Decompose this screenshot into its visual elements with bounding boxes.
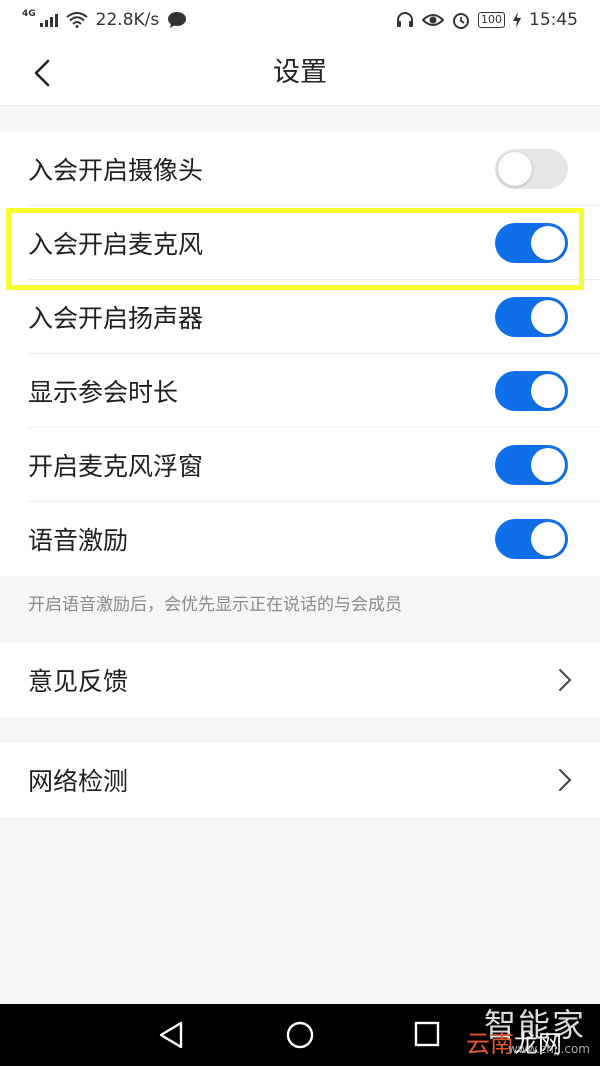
setting-row-microphone[interactable]: 入会开启麦克风 xyxy=(0,206,600,280)
page-title: 设置 xyxy=(273,57,327,88)
feedback-row[interactable]: 意见反馈 xyxy=(0,643,600,717)
setting-label: 入会开启麦克风 xyxy=(28,230,204,259)
setting-label: 入会开启扬声器 xyxy=(28,304,204,333)
toggle-knob xyxy=(531,226,565,260)
toggle-knob xyxy=(498,152,532,186)
network-check-label: 网络检测 xyxy=(28,767,129,796)
status-left: 4G 22.8K/s xyxy=(22,9,187,30)
status-right: 100 15:45 xyxy=(396,10,578,30)
toggle-knob xyxy=(531,300,565,334)
setting-row-mic-floating-window[interactable]: 开启麦克风浮窗 xyxy=(0,428,600,502)
toggle-knob xyxy=(531,374,565,408)
network-speed: 22.8K/s xyxy=(95,10,160,30)
microphone-toggle[interactable] xyxy=(495,223,568,263)
setting-row-speaker[interactable]: 入会开启扬声器 xyxy=(0,280,600,354)
meeting-duration-toggle[interactable] xyxy=(495,371,568,411)
status-bar: 4G 22.8K/s 100 15:45 xyxy=(0,0,600,40)
headphones-icon xyxy=(397,12,413,27)
setting-row-camera[interactable]: 入会开启摄像头 xyxy=(0,132,600,206)
voice-activation-hint: 开启语音激励后，会优先显示正在说话的与会成员 xyxy=(28,595,402,615)
charging-icon xyxy=(513,12,521,28)
network-check-row[interactable]: 网络检测 xyxy=(0,743,600,817)
network-type: 4G xyxy=(22,9,36,19)
clock: 15:45 xyxy=(529,10,578,30)
setting-label: 开启麦克风浮窗 xyxy=(28,452,204,481)
alarm-icon xyxy=(453,13,469,29)
speaker-toggle[interactable] xyxy=(495,297,568,337)
toggle-knob xyxy=(531,448,565,482)
settings-toggle-group: 入会开启摄像头 入会开启麦克风 入会开启扬声器 显示参会时长 开启麦克风浮窗 语… xyxy=(0,132,600,576)
mic-floating-window-toggle[interactable] xyxy=(495,445,568,485)
nav-home-icon[interactable] xyxy=(285,1021,315,1051)
setting-label: 语音激励 xyxy=(28,526,129,555)
nav-recents-icon[interactable] xyxy=(414,1021,440,1049)
setting-row-meeting-duration[interactable]: 显示参会时长 xyxy=(0,354,600,428)
setting-label: 入会开启摄像头 xyxy=(28,156,204,185)
eye-icon xyxy=(422,14,444,26)
nav-back-icon[interactable] xyxy=(158,1021,184,1049)
chat-icon xyxy=(168,12,187,28)
camera-toggle[interactable] xyxy=(495,149,568,189)
toggle-knob xyxy=(531,522,565,556)
battery-level: 100 xyxy=(478,12,505,28)
setting-label: 显示参会时长 xyxy=(28,378,179,407)
feedback-group: 意见反馈 xyxy=(0,643,600,717)
watermark-line3: www.zhjj.com xyxy=(507,1042,590,1056)
chevron-right-icon xyxy=(559,769,572,791)
wifi-icon xyxy=(66,12,88,28)
voice-activation-toggle[interactable] xyxy=(495,519,568,559)
setting-row-voice-activation[interactable]: 语音激励 xyxy=(0,502,600,576)
network-group: 网络检测 xyxy=(0,743,600,817)
signal-icon xyxy=(39,13,58,27)
feedback-label: 意见反馈 xyxy=(28,667,129,696)
app-header: 设置 xyxy=(0,40,600,106)
watermark-line2-a: 云南 xyxy=(466,1030,514,1058)
chevron-right-icon xyxy=(559,669,572,691)
